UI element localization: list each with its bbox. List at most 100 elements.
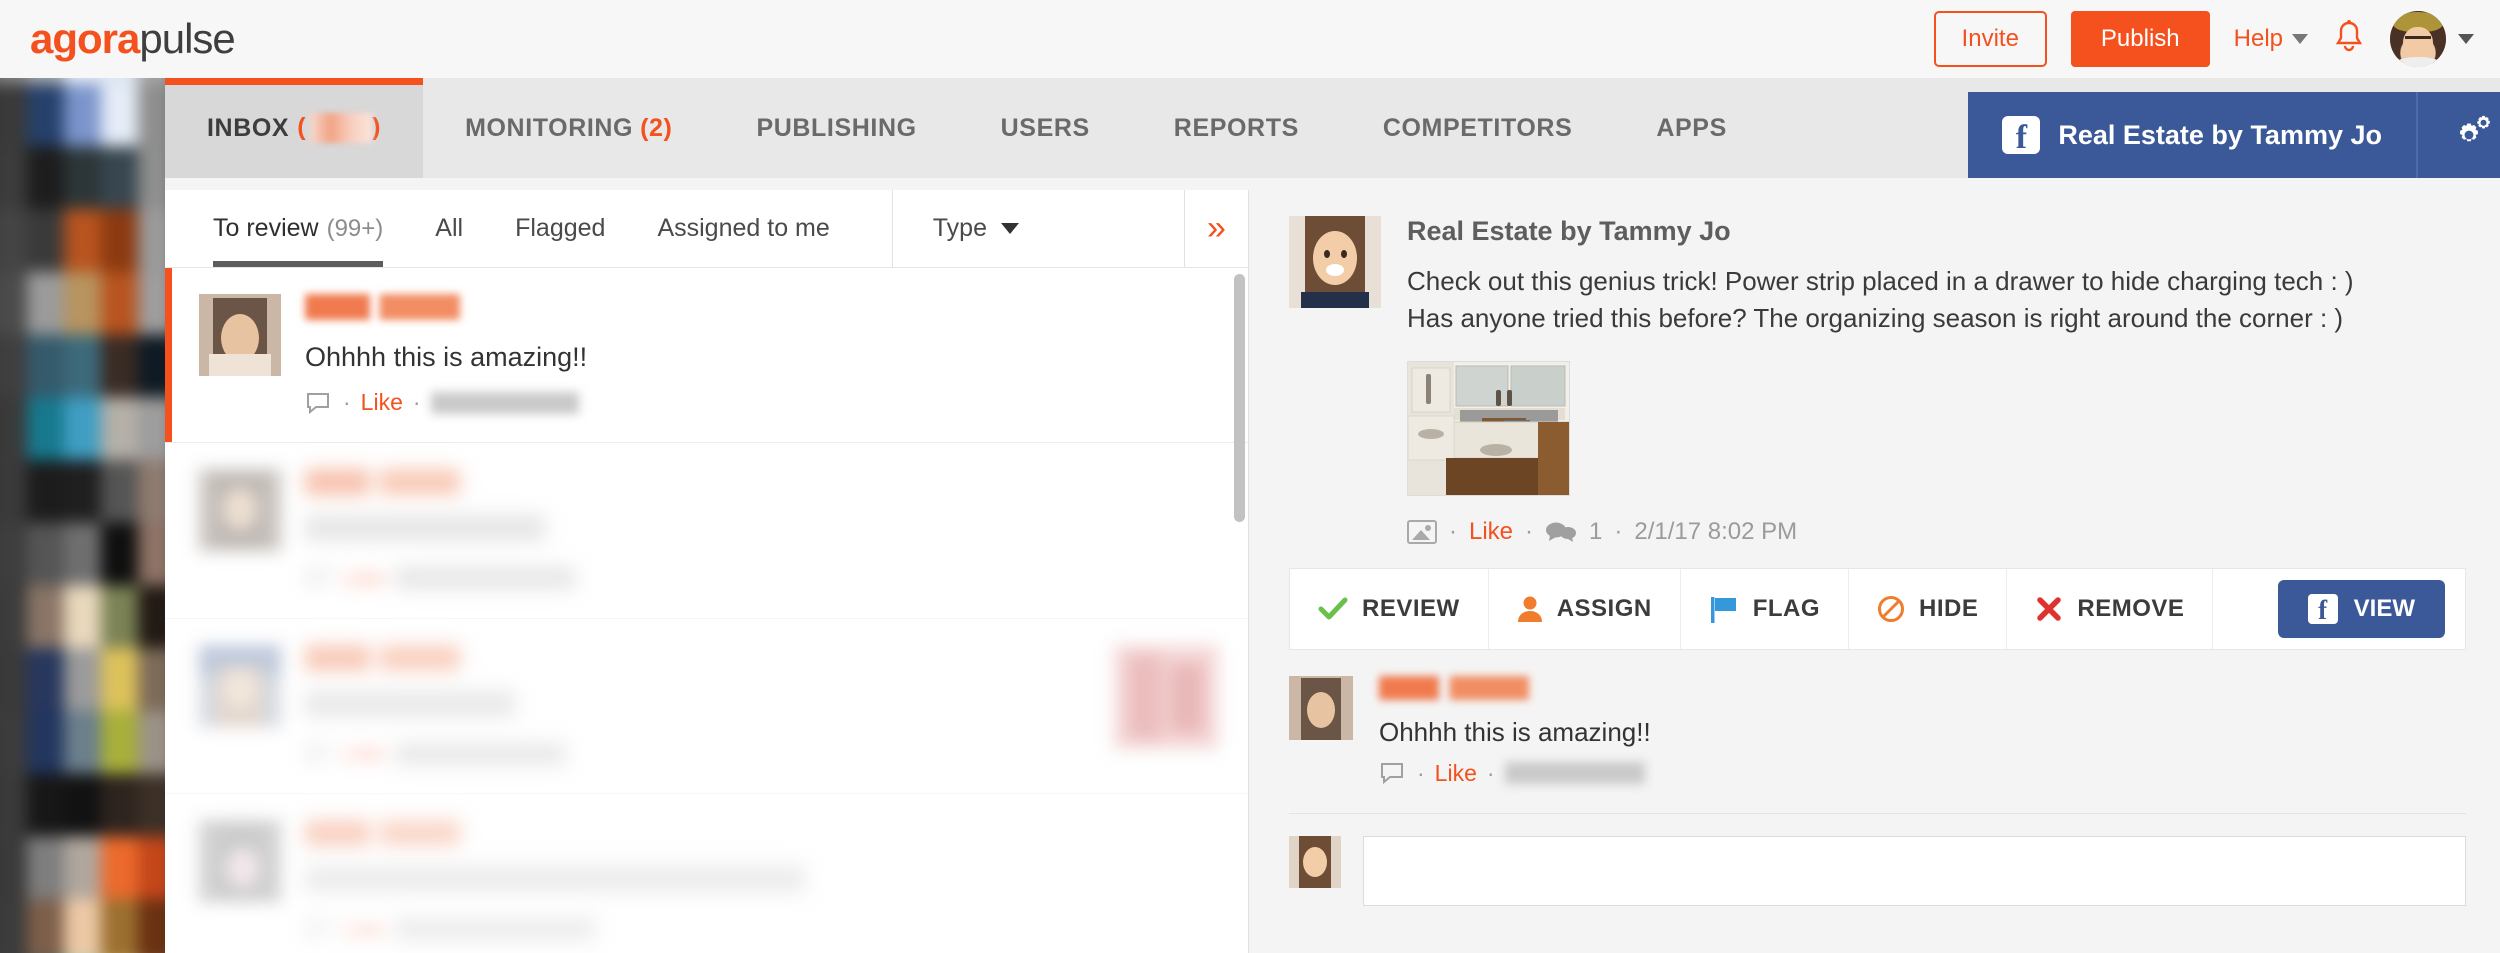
facebook-icon: f (2307, 593, 2338, 624)
avatar (199, 820, 281, 903)
comment-icon (307, 743, 329, 765)
inbox-list-scrollbar[interactable] (1232, 268, 1246, 953)
top-header: agorapulse Invite Publish Help (0, 0, 2500, 78)
tab-monitoring-count: (2) (640, 113, 673, 142)
main-navigation: INBOX () MONITORING (2) PUBLISHING USERS… (0, 78, 2500, 178)
list-item-timestamp-blurred (430, 391, 579, 414)
comment-timestamp-blurred (1504, 762, 1645, 785)
list-item-body: Ohhhh this is amazing!! · Like · (305, 294, 1218, 416)
list-item-body: Like (305, 469, 1218, 591)
assign-label: ASSIGN (1556, 594, 1652, 622)
tab-publishing[interactable]: PUBLISHING (714, 78, 958, 178)
meta-dot: · (412, 389, 421, 416)
profile-settings-button[interactable] (2416, 92, 2500, 178)
logo-pulse: pulse (139, 15, 235, 62)
tab-inbox[interactable]: INBOX () (165, 78, 424, 178)
list-item-author-blurred (305, 469, 460, 496)
meta-dot: · (1486, 759, 1495, 786)
list-item-text (305, 514, 1218, 550)
like-link[interactable]: Like (343, 916, 385, 943)
list-item-author-blurred (305, 644, 460, 671)
help-menu[interactable]: Help (2234, 25, 2308, 53)
publish-button[interactable]: Publish (2070, 11, 2210, 67)
logo-agora: agora (30, 15, 140, 62)
tab-inbox-count: () (297, 113, 381, 144)
filter-assigned-to-me[interactable]: Assigned to me (631, 190, 855, 267)
flag-icon (1710, 596, 1736, 623)
check-icon (1318, 597, 1348, 620)
flag-button[interactable]: FLAG (1681, 568, 1850, 649)
profile-rail-thumbnails (0, 78, 165, 953)
comment-icon (307, 568, 329, 590)
tab-users[interactable]: USERS (959, 78, 1132, 178)
list-item-meta: Like (305, 740, 1090, 767)
review-button[interactable]: REVIEW (1290, 568, 1489, 649)
comment-icon (307, 392, 329, 415)
filter-flagged[interactable]: Flagged (489, 190, 631, 267)
list-item-meta: Like (305, 916, 1218, 943)
view-label: VIEW (2353, 594, 2415, 622)
like-link[interactable]: Like (343, 565, 385, 592)
post-body: Real Estate by Tammy Jo Check out this g… (1407, 216, 2466, 546)
chevron-double-right-icon[interactable]: » (1184, 190, 1248, 267)
list-item[interactable]: Like (165, 794, 1248, 953)
tab-apps[interactable]: APPS (1614, 78, 1768, 178)
agorapulse-app: agorapulse Invite Publish Help INBOX ()… (0, 0, 2500, 953)
comment-like-link[interactable]: Like (1435, 760, 1477, 787)
hide-button[interactable]: HIDE (1849, 568, 2008, 649)
assign-button[interactable]: ASSIGN (1489, 568, 1681, 649)
like-link[interactable]: Like (343, 740, 385, 767)
list-item[interactable]: Like (165, 443, 1248, 619)
profile-selector[interactable]: f Real Estate by Tammy Jo (1968, 92, 2416, 178)
post-text-line-1: Check out this genius trick! Power strip… (1407, 266, 2354, 296)
filter-to-review[interactable]: To review (99+) (187, 190, 409, 267)
invite-button[interactable]: Invite (1933, 11, 2047, 67)
image-icon (1407, 519, 1437, 544)
list-item-meta: Like (305, 565, 1218, 592)
list-item-author-blurred (305, 820, 460, 847)
filter-all[interactable]: All (409, 190, 489, 267)
tab-monitoring-label: MONITORING (465, 113, 634, 142)
tab-competitors[interactable]: COMPETITORS (1341, 78, 1615, 178)
agorapulse-logo[interactable]: agorapulse (30, 15, 236, 62)
scrollbar-thumb[interactable] (1234, 274, 1245, 522)
post-comment-count: 1 (1589, 517, 1603, 545)
reply-input[interactable] (1363, 835, 2466, 906)
type-dropdown[interactable]: Type (893, 190, 1059, 267)
remove-label: REMOVE (2077, 594, 2185, 622)
hide-label: HIDE (1919, 594, 1979, 622)
like-link[interactable]: Like (361, 389, 403, 416)
meta-dot: · (1449, 517, 1457, 545)
active-profile-bar: f Real Estate by Tammy Jo (1968, 92, 2500, 178)
chevron-down-icon (2292, 34, 2308, 44)
post-attachment-image[interactable] (1407, 360, 1570, 496)
list-item-body: Like (305, 644, 1090, 767)
list-item[interactable]: Ohhhh this is amazing!! · Like · (165, 268, 1248, 444)
post-like-link[interactable]: Like (1469, 518, 1513, 546)
chevron-down-icon (1000, 223, 1019, 234)
inbox-items-scroll[interactable]: Ohhhh this is amazing!! · Like · Like Li… (165, 268, 1248, 953)
list-item[interactable]: Like (165, 618, 1248, 795)
list-item-thumbnail (1114, 644, 1218, 749)
notifications-bell-icon[interactable] (2332, 19, 2366, 59)
list-item-body: Like (305, 820, 1218, 942)
tab-reports[interactable]: REPORTS (1132, 78, 1341, 178)
post-author: Real Estate by Tammy Jo (1407, 216, 1731, 246)
remove-button[interactable]: REMOVE (2007, 568, 2214, 649)
ban-icon (1878, 595, 1905, 622)
tab-monitoring[interactable]: MONITORING (2) (423, 78, 714, 178)
comment-author-blurred (1379, 675, 1529, 700)
meta-dot: · (1525, 517, 1534, 545)
help-label: Help (2233, 25, 2283, 52)
list-item-timestamp-blurred (395, 918, 596, 941)
comment-meta: · Like · (1379, 760, 1651, 787)
chevron-down-icon (2458, 34, 2474, 44)
review-label: REVIEW (1362, 594, 1460, 622)
list-item-text: Ohhhh this is amazing!! (305, 342, 588, 372)
type-dropdown-label: Type (932, 214, 987, 242)
post-meta: · Like · 1 · 2/1/17 8:02 PM (1407, 518, 2466, 546)
view-on-facebook-button[interactable]: f VIEW (2277, 579, 2445, 638)
conversation-detail-panel: Real Estate by Tammy Jo Check out this g… (1249, 190, 2500, 953)
profile-rail-sidebar[interactable] (0, 78, 165, 953)
user-menu[interactable] (2390, 11, 2474, 67)
